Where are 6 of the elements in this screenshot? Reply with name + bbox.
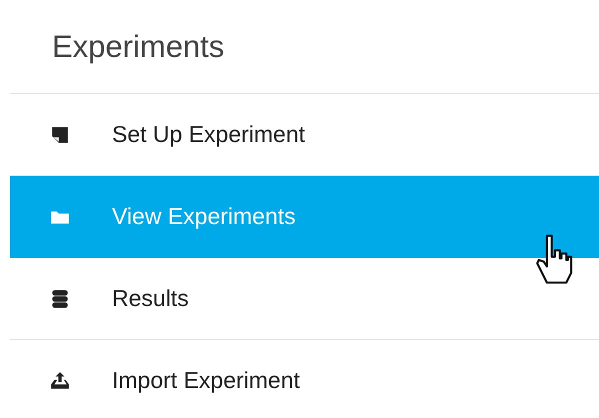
menu-item[interactable]: Import Experiment bbox=[10, 340, 599, 418]
folder-icon bbox=[50, 208, 70, 224]
database-icon bbox=[50, 288, 70, 308]
note-icon bbox=[50, 126, 70, 144]
upload-tray-icon bbox=[50, 370, 70, 390]
panel-title: Experiments bbox=[52, 28, 224, 64]
